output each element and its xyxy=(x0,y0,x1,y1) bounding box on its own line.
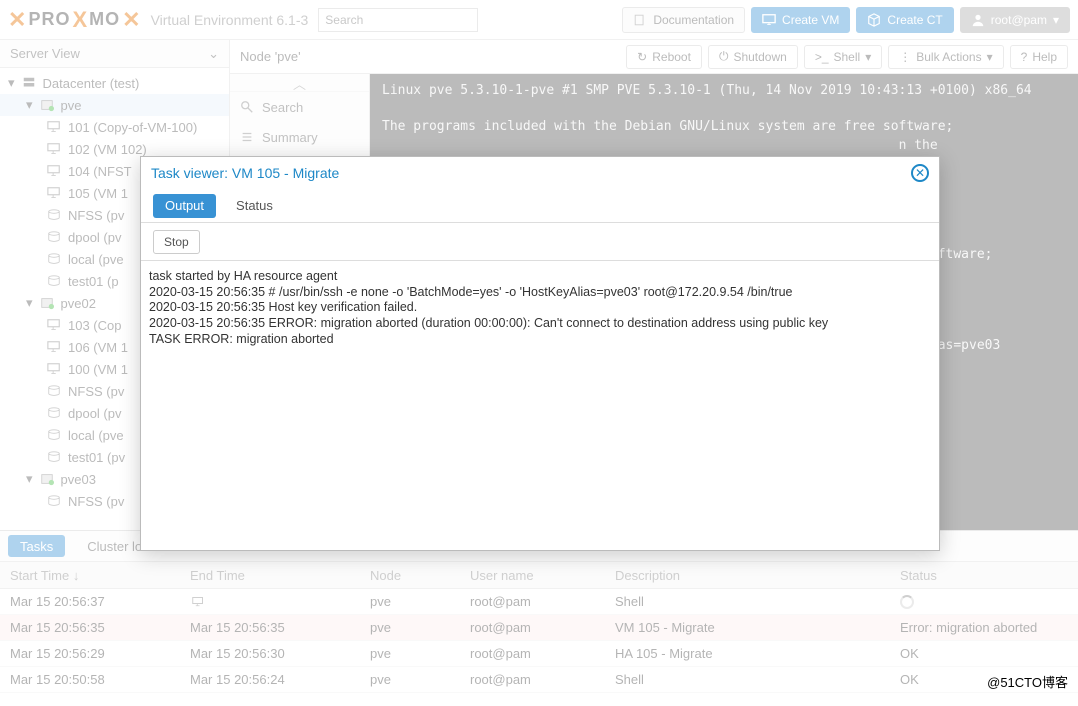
dialog-header[interactable]: Task viewer: VM 105 - Migrate ✕ xyxy=(141,157,939,189)
task-viewer-dialog: Task viewer: VM 105 - Migrate ✕ Output S… xyxy=(140,156,940,551)
task-log-output[interactable]: task started by HA resource agent 2020-0… xyxy=(141,261,939,550)
close-icon[interactable]: ✕ xyxy=(911,164,929,182)
stop-button[interactable]: Stop xyxy=(153,230,200,254)
tab-output[interactable]: Output xyxy=(153,194,216,218)
dialog-toolbar: Stop xyxy=(141,223,939,261)
dialog-tabs: Output Status xyxy=(141,189,939,223)
tab-status[interactable]: Status xyxy=(224,194,285,218)
dialog-title: Task viewer: VM 105 - Migrate xyxy=(151,165,339,181)
watermark: @51CTO博客 xyxy=(983,671,1072,692)
